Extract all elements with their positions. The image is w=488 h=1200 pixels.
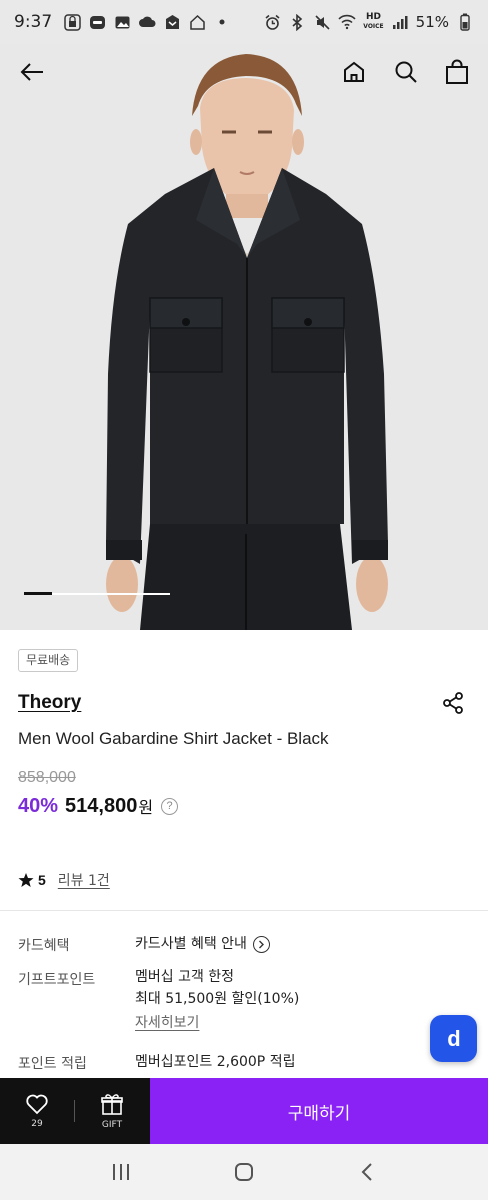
share-icon xyxy=(443,692,463,714)
back-nav-button[interactable] xyxy=(347,1152,387,1192)
home-icon xyxy=(344,61,364,82)
home-square-icon xyxy=(234,1163,253,1181)
bottom-action-bar: 29 GIFT 구매하기 xyxy=(0,1078,488,1144)
product-image-carousel[interactable] xyxy=(0,44,488,630)
search-icon xyxy=(395,61,417,83)
currency-unit: 원 xyxy=(138,800,154,817)
back-button[interactable] xyxy=(16,56,48,88)
lock-app-icon xyxy=(63,13,81,31)
like-count: 29 xyxy=(31,1119,43,1129)
carousel-indicator xyxy=(24,592,170,595)
recent-apps-button[interactable] xyxy=(101,1152,141,1192)
point-value: 멤버십포인트 2,600P 적립 xyxy=(135,1054,296,1070)
heart-icon xyxy=(26,1094,48,1115)
status-right: HD VOICE 51% xyxy=(263,13,474,31)
back-arrow-icon xyxy=(20,63,43,81)
buy-button[interactable]: 구매하기 xyxy=(150,1078,488,1144)
product-photo xyxy=(0,44,488,630)
section-divider xyxy=(0,910,488,911)
sale-price: 514,800 xyxy=(65,794,138,817)
status-time: 9:37 xyxy=(14,12,53,32)
carousel-active-bar xyxy=(24,592,52,595)
price-row: 40% 514,800 원 ? xyxy=(18,794,179,818)
gallery-icon xyxy=(113,13,131,31)
mail-app-icon xyxy=(163,13,181,31)
more-notifications-dot-icon xyxy=(213,13,231,31)
recent-apps-icon xyxy=(113,1164,130,1180)
like-button[interactable]: 29 xyxy=(0,1078,74,1144)
gift-label: GIFT xyxy=(101,1120,123,1130)
messenger-app-icon xyxy=(88,13,106,31)
signal-icon xyxy=(391,13,409,31)
battery-icon xyxy=(456,13,474,31)
share-button[interactable] xyxy=(440,690,466,716)
star-icon xyxy=(18,873,34,887)
rating-value: 5 xyxy=(38,872,46,888)
battery-level: 51% xyxy=(415,13,449,31)
gift-point-label: 기프트포인트 xyxy=(18,972,96,988)
gift-point-line2: 최대 51,500원 할인(10%) xyxy=(135,991,300,1007)
card-benefit-text: 카드사별 혜택 안내 xyxy=(135,936,247,952)
alarm-icon xyxy=(263,13,281,31)
chat-fab-button[interactable]: d xyxy=(430,1015,477,1062)
hd-badge-top: HD xyxy=(365,12,381,22)
chevron-right-circle-icon xyxy=(252,935,270,953)
chevron-left-icon xyxy=(361,1163,372,1181)
status-bar: 9:37 HD VOICE 51% xyxy=(0,0,488,44)
discount-rate: 40% xyxy=(18,794,59,817)
top-nav-bar xyxy=(0,44,488,100)
shopping-bag-icon xyxy=(446,59,468,84)
bluetooth-icon xyxy=(288,13,306,31)
review-count-link[interactable]: 리뷰 1건 xyxy=(58,870,110,890)
see-details-link[interactable]: 자세히보기 xyxy=(135,1012,299,1034)
hd-badge-bottom: VOICE xyxy=(363,23,384,30)
gift-point-info: 멤버십 고객 한정 최대 51,500원 할인(10%) 자세히보기 xyxy=(135,966,299,1034)
home-app-icon xyxy=(188,13,206,31)
home-button[interactable] xyxy=(338,56,370,88)
card-benefit-label: 카드혜택 xyxy=(18,938,70,954)
free-shipping-badge: 무료배송 xyxy=(18,649,79,672)
gift-point-line1: 멤버십 고객 한정 xyxy=(135,969,235,985)
brand-link[interactable]: Theory xyxy=(18,692,81,714)
rating-row: 5 리뷰 1건 xyxy=(18,870,110,890)
card-benefit-link[interactable]: 카드사별 혜택 안내 xyxy=(135,933,270,955)
mute-icon xyxy=(313,13,331,31)
action-secondary-group: 29 GIFT xyxy=(0,1078,150,1144)
product-page: 9:37 HD VOICE 51% 무료배송 Theory Men Wool G… xyxy=(0,0,488,1200)
home-nav-button[interactable] xyxy=(224,1152,264,1192)
cart-button[interactable] xyxy=(441,56,473,88)
status-left: 9:37 xyxy=(14,12,231,32)
gift-button[interactable]: GIFT xyxy=(75,1078,149,1144)
cloud-icon xyxy=(138,13,156,31)
gift-icon xyxy=(101,1094,123,1115)
original-price: 858,000 xyxy=(18,769,76,786)
d-logo-icon: d xyxy=(447,1026,460,1051)
point-label: 포인트 적립 xyxy=(18,1056,87,1072)
system-navigation-bar xyxy=(0,1144,488,1200)
wifi-icon xyxy=(338,13,356,31)
product-title: Men Wool Gabardine Shirt Jacket - Black xyxy=(18,729,329,748)
search-button[interactable] xyxy=(390,56,422,88)
hd-voice-badge: HD VOICE xyxy=(363,13,383,31)
price-help-icon[interactable]: ? xyxy=(161,797,179,815)
svg-text:d: d xyxy=(447,1026,460,1051)
